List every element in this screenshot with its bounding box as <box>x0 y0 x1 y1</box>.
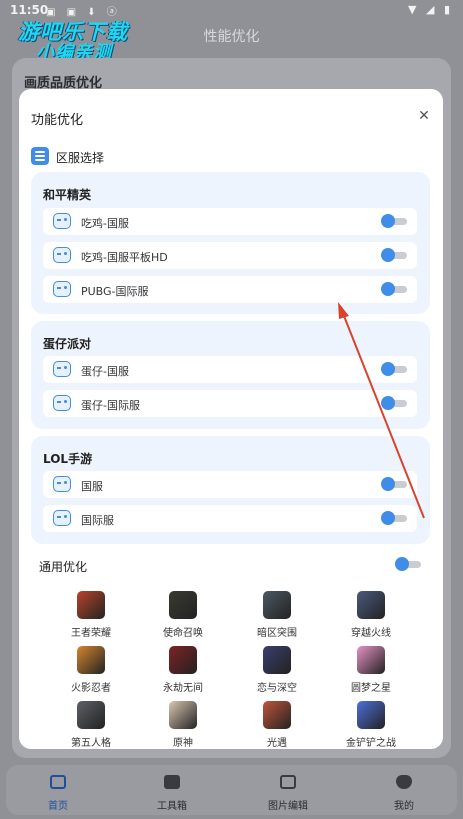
game-item[interactable]: 原神 <box>148 701 218 749</box>
option-label: 国际服 <box>81 514 114 527</box>
nav-label: 首页 <box>48 801 68 812</box>
game-item[interactable]: 金铲铲之战 <box>336 701 406 749</box>
nav-label: 图片编辑 <box>268 801 308 812</box>
game-name: 暗区突围 <box>257 628 297 639</box>
option-toggle[interactable] <box>381 396 407 410</box>
nav-home[interactable]: 首页 <box>18 771 98 812</box>
game-icon <box>77 591 105 619</box>
option-label: 蛋仔-国服 <box>81 365 129 378</box>
game-item[interactable]: 光遇 <box>242 701 312 749</box>
game-item[interactable]: 暗区突围 <box>242 591 312 645</box>
nav-toolbox[interactable]: 工具箱 <box>132 771 212 812</box>
system-icons: ▼ ◢ ▮ <box>408 3 453 16</box>
option-row[interactable]: 国际服 <box>43 505 417 532</box>
game-icon <box>357 701 385 729</box>
nav-label: 工具箱 <box>157 801 187 812</box>
option-toggle[interactable] <box>381 282 407 296</box>
page-title: 性能优化 <box>203 29 260 45</box>
gamepad-icon <box>53 247 71 263</box>
game-name: 金铲铲之战 <box>346 738 396 749</box>
game-icon <box>169 646 197 674</box>
option-toggle[interactable] <box>381 248 407 262</box>
game-item[interactable]: 火影忍者 <box>56 646 126 700</box>
option-row[interactable]: 蛋仔-国际服 <box>43 390 417 417</box>
option-label: 国服 <box>81 480 103 493</box>
option-label: 吃鸡-国服 <box>81 217 129 230</box>
option-row[interactable]: 吃鸡-国服平板HD <box>43 242 417 269</box>
region-select-label: 区服选择 <box>56 151 105 165</box>
option-toggle[interactable] <box>381 214 407 228</box>
game-item[interactable]: 第五人格 <box>56 701 126 749</box>
game-name: 王者荣耀 <box>71 628 111 639</box>
group-eggy-party: 蛋仔派对 蛋仔-国服 蛋仔-国际服 <box>31 321 430 429</box>
gamepad-icon <box>53 213 71 229</box>
game-name: 穿越火线 <box>351 628 391 639</box>
group-peacekeeper: 和平精英 吃鸡-国服 吃鸡-国服平板HD PUBG-国际服 <box>31 172 430 314</box>
group-title: 和平精英 <box>43 188 92 202</box>
game-item[interactable]: 圆梦之星 <box>336 646 406 700</box>
option-label: PUBG-国际服 <box>81 285 149 298</box>
game-name: 恋与深空 <box>257 683 297 694</box>
option-row[interactable]: 国服 <box>43 471 417 498</box>
option-label: 蛋仔-国际服 <box>81 399 140 412</box>
gamepad-icon <box>53 281 71 297</box>
game-item[interactable]: 恋与深空 <box>242 646 312 700</box>
group-title: LOL手游 <box>43 452 93 466</box>
game-icon <box>169 701 197 729</box>
gamepad-icon <box>53 510 71 526</box>
game-item[interactable]: 王者荣耀 <box>56 591 126 645</box>
option-row[interactable]: PUBG-国际服 <box>43 276 417 303</box>
game-name: 原神 <box>173 738 193 749</box>
gamepad-icon <box>53 476 71 492</box>
general-optimize-label: 通用优化 <box>39 560 88 574</box>
option-row[interactable]: 蛋仔-国服 <box>43 356 417 383</box>
game-icon <box>263 701 291 729</box>
game-item[interactable]: 使命召唤 <box>148 591 218 645</box>
general-optimize-toggle[interactable] <box>395 557 421 571</box>
game-icon <box>77 646 105 674</box>
dialog-title: 功能优化 <box>31 113 84 128</box>
function-optimize-dialog: 功能优化 ✕ 区服选择 和平精英 吃鸡-国服 吃鸡-国服平板HD PUBG-国际… <box>19 89 443 749</box>
status-time: 11:50 <box>10 3 49 17</box>
game-name: 圆梦之星 <box>351 683 391 694</box>
image-icon <box>280 775 296 789</box>
option-row[interactable]: 吃鸡-国服 <box>43 208 417 235</box>
gamepad-icon <box>53 395 71 411</box>
option-toggle[interactable] <box>381 477 407 491</box>
game-name: 第五人格 <box>71 738 111 749</box>
nav-image-edit[interactable]: 图片编辑 <box>248 771 328 812</box>
toolbox-icon <box>164 775 180 789</box>
game-icon <box>263 646 291 674</box>
bottom-navigation-bar: 首页 工具箱 图片编辑 我的 <box>6 765 457 815</box>
game-icon <box>77 701 105 729</box>
nav-mine[interactable]: 我的 <box>364 771 444 812</box>
option-toggle[interactable] <box>381 362 407 376</box>
option-label: 吃鸡-国服平板HD <box>81 251 168 264</box>
nav-label: 我的 <box>394 801 414 812</box>
group-lol-mobile: LOL手游 国服 国际服 <box>31 436 430 544</box>
game-icon <box>357 591 385 619</box>
game-item[interactable]: 永劫无间 <box>148 646 218 700</box>
close-icon[interactable]: ✕ <box>415 107 433 125</box>
group-title: 蛋仔派对 <box>43 337 92 351</box>
game-name: 火影忍者 <box>71 683 111 694</box>
profile-icon <box>396 775 412 789</box>
gamepad-icon <box>53 361 71 377</box>
game-icon <box>169 591 197 619</box>
game-name: 永劫无间 <box>163 683 203 694</box>
game-name: 光遇 <box>267 738 287 749</box>
game-icon <box>263 591 291 619</box>
option-toggle[interactable] <box>381 511 407 525</box>
list-icon <box>31 147 49 165</box>
game-item[interactable]: 穿越火线 <box>336 591 406 645</box>
home-icon <box>50 775 66 789</box>
game-icon <box>357 646 385 674</box>
game-name: 使命召唤 <box>163 628 203 639</box>
bottom-navigation: 首页 工具箱 图片编辑 我的 <box>0 763 463 819</box>
